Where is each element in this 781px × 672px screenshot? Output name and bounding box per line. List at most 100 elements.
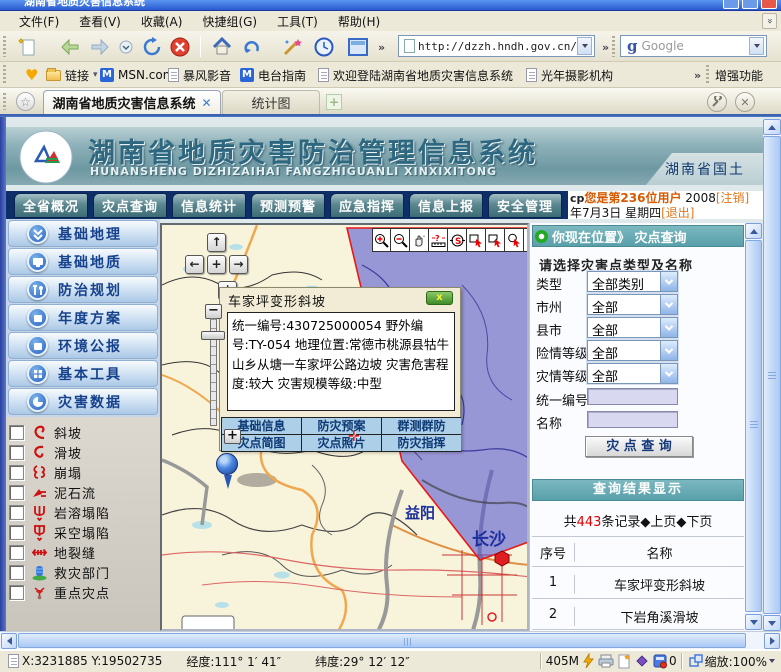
scroll-left-icon[interactable]: [1, 633, 17, 649]
unified-id-input[interactable]: [587, 388, 678, 405]
enhance-grip[interactable]: [706, 65, 709, 83]
bookmarks-grip[interactable]: [3, 65, 6, 83]
nav-tab-forecast-warning[interactable]: 预测预警: [251, 193, 325, 218]
map-viewport[interactable]: 益阳 长沙 ? S ↑ ← + → ↓: [160, 223, 529, 631]
scroll-down-icon[interactable]: [745, 614, 762, 630]
next-page-link[interactable]: ◆下页: [676, 515, 712, 530]
chevron-down-icon[interactable]: [660, 272, 677, 291]
bookmark-msn[interactable]: MMSN.com: [100, 66, 174, 84]
menu-file[interactable]: 文件(F): [10, 11, 68, 32]
zoom-slider-plus-button[interactable]: +: [224, 429, 241, 444]
maximize-button[interactable]: [742, 0, 758, 9]
url-dropdown-button[interactable]: [577, 37, 592, 55]
bookmark-radio[interactable]: M电台指南: [240, 66, 306, 84]
minimize-button[interactable]: [723, 0, 739, 9]
exit-link[interactable]: [退出]: [661, 206, 694, 220]
search-box[interactable]: g Google: [620, 35, 767, 57]
scroll-right-icon[interactable]: [764, 633, 780, 649]
back-icon[interactable]: [58, 35, 82, 59]
zoom-slider-minus-button[interactable]: −: [205, 304, 222, 319]
menu-tools[interactable]: 工具(T): [268, 11, 327, 32]
chevron-down-icon[interactable]: [660, 341, 677, 360]
sidebar-item-prevention-plan[interactable]: 防治规划: [8, 276, 158, 303]
popup-command-button[interactable]: 防灾指挥: [382, 435, 461, 451]
pan-center-button[interactable]: +: [207, 255, 226, 274]
query-button[interactable]: 灾 点 查 询: [585, 436, 693, 457]
rescue-department-checkbox[interactable]: [9, 565, 24, 580]
star-icon[interactable]: ☆: [16, 92, 35, 111]
menu-help[interactable]: 帮助(H): [329, 11, 389, 32]
popup-photo-button[interactable]: 灾点照片: [302, 435, 381, 451]
logout-link[interactable]: [注销]: [716, 191, 749, 205]
key-disaster-point-checkbox[interactable]: [9, 585, 24, 600]
new-page-star-icon[interactable]: [615, 653, 633, 669]
address-bar[interactable]: http://dzzh.hndh.gov.cn/gr: [398, 35, 595, 57]
polygon-select-tool-button[interactable]: [486, 228, 505, 252]
sidebar-item-basic-geography[interactable]: 基础地理: [8, 220, 158, 247]
forward-icon[interactable]: [88, 35, 112, 59]
home-icon[interactable]: [210, 35, 234, 59]
popup-group-monitor-button[interactable]: 群测群防: [382, 418, 461, 434]
new-page-icon[interactable]: [16, 35, 40, 59]
karst-collapse-checkbox[interactable]: [9, 505, 24, 520]
city-select[interactable]: 全部: [587, 294, 678, 315]
pan-left-button[interactable]: ←: [185, 255, 204, 274]
name-input[interactable]: [587, 411, 678, 428]
search-dropdown-button[interactable]: [749, 37, 764, 55]
calculator-icon[interactable]: [651, 654, 669, 669]
nav-tab-emergency-command[interactable]: 应急指挥: [330, 193, 404, 218]
printer-icon[interactable]: [597, 654, 615, 668]
debris-flow-checkbox[interactable]: [9, 485, 24, 500]
prev-page-link[interactable]: ◆上页: [640, 515, 676, 530]
close-tab-icon[interactable]: ✕: [735, 92, 755, 112]
history-dropdown-icon[interactable]: [118, 35, 134, 59]
nav-tab-security-management[interactable]: 安全管理: [488, 193, 562, 218]
nav-tab-disaster-query[interactable]: 灾点查询: [93, 193, 167, 218]
chevron-down-icon[interactable]: [660, 295, 677, 314]
close-button[interactable]: [761, 0, 777, 9]
mining-collapse-checkbox[interactable]: [9, 525, 24, 540]
tabbar-grip[interactable]: [3, 93, 6, 110]
table-row[interactable]: 1车家坪变形斜坡: [532, 575, 744, 594]
bookmarks-overflow-chevron[interactable]: »: [694, 69, 701, 82]
bookmark-links[interactable]: 链接▾: [46, 66, 98, 84]
slope-checkbox[interactable]: [9, 425, 24, 440]
history-clock-icon[interactable]: [312, 35, 336, 59]
url-text[interactable]: http://dzzh.hndh.gov.cn/gr: [418, 40, 577, 53]
rect-select-tool-button[interactable]: [467, 228, 486, 252]
tab-close-icon[interactable]: ✕: [201, 96, 211, 110]
sidebar-item-basic-geology[interactable]: 基础地质: [8, 248, 158, 275]
county-select[interactable]: 全部: [587, 317, 678, 338]
sidebar-item-environment-bulletin[interactable]: 环境公报: [8, 332, 158, 359]
nav-tab-info-report[interactable]: 信息上报: [409, 193, 483, 218]
undo-icon[interactable]: [240, 35, 264, 59]
popup-close-button[interactable]: x: [426, 291, 453, 305]
chevron-down-icon[interactable]: [660, 364, 677, 383]
zoom-slider-handle[interactable]: [201, 331, 225, 340]
circle-select-tool-button[interactable]: [505, 228, 524, 252]
sidebar-item-disaster-data[interactable]: 灾害数据: [8, 388, 158, 415]
pan-right-button[interactable]: →: [229, 255, 248, 274]
pan-up-button[interactable]: ↑: [207, 233, 226, 252]
zoom-dropdown-icon[interactable]: [767, 659, 777, 663]
collapse-chevron-icon[interactable]: »: [762, 13, 777, 29]
menu-view[interactable]: 查看(V): [70, 11, 130, 32]
page-scrollbar[interactable]: [763, 119, 781, 632]
address-overflow-chevron[interactable]: »: [602, 41, 609, 54]
sidebar-item-annual-plan[interactable]: 年度方案: [8, 304, 158, 331]
enhance-features[interactable]: 增强功能: [715, 66, 763, 84]
stop-icon[interactable]: [168, 35, 192, 59]
refresh-icon[interactable]: [140, 35, 164, 59]
bookmark-guangnian[interactable]: 光年摄影机构: [526, 66, 613, 84]
new-tab-button[interactable]: +: [326, 94, 342, 110]
bookmark-welcome[interactable]: 欢迎登陆湖南省地质灾害信息系统: [318, 66, 513, 84]
zoom-out-tool-button[interactable]: [391, 228, 410, 252]
lightning-icon[interactable]: [579, 653, 597, 669]
magic-wand-icon[interactable]: [280, 35, 304, 59]
tab-statistics[interactable]: 统计图: [222, 90, 320, 114]
scroll-up-icon[interactable]: [745, 223, 762, 239]
zoom-in-tool-button[interactable]: [372, 228, 391, 252]
disaster-level-select[interactable]: 全部: [587, 363, 678, 384]
ground-fissure-checkbox[interactable]: [9, 545, 24, 560]
zoom-level[interactable]: 缩放:100%: [705, 653, 767, 670]
